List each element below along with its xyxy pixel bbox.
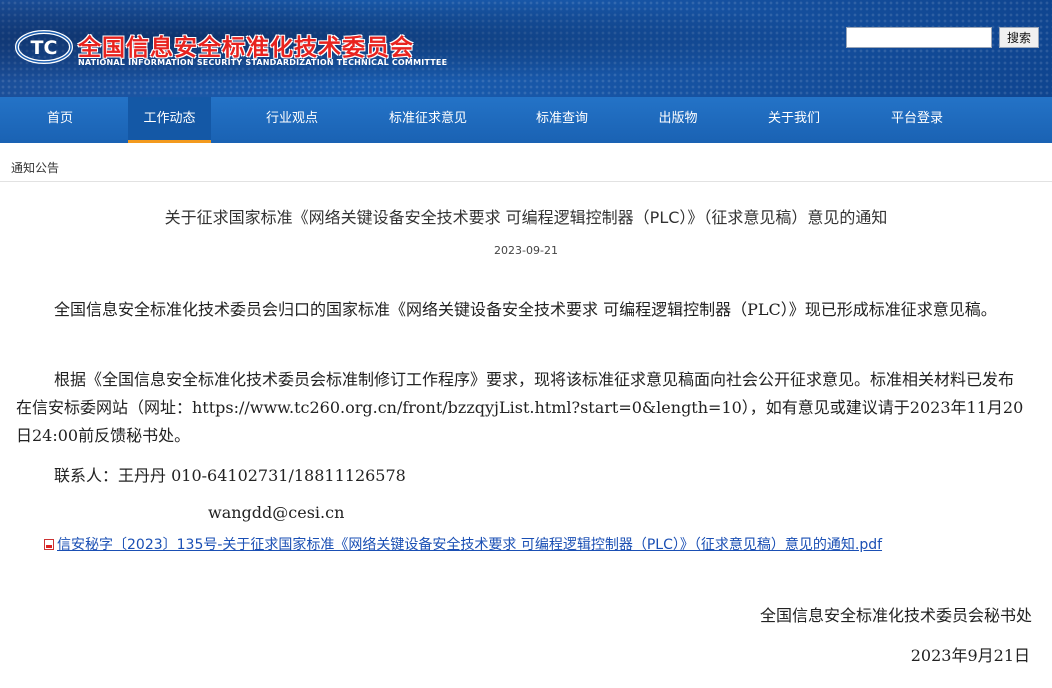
article-date: 2023-09-21 <box>494 244 558 257</box>
main-nav: 首页 工作动态 行业观点 标准征求意见 标准查询 出版物 关于我们 平台登录 <box>0 97 1052 143</box>
signature: 全国信息安全标准化技术委员会秘书处 <box>759 606 1032 625</box>
attachment-link[interactable]: 信安秘字〔2023〕135号-关于征求国家标准《网络关键设备安全技术要求 可编程… <box>44 534 882 554</box>
nav-item-industry-views[interactable]: 行业观点 <box>250 97 334 143</box>
tc-logo-icon[interactable]: TC <box>14 27 74 67</box>
contact-email: wangdd@cesi.cn <box>208 503 345 522</box>
site-title[interactable]: 全国信息安全标准化技术委员会 <box>78 28 414 62</box>
breadcrumb-notices[interactable]: 通知公告 <box>11 159 59 176</box>
nav-item-standard-query[interactable]: 标准查询 <box>522 97 602 143</box>
svg-text:TC: TC <box>31 37 58 59</box>
search-button[interactable]: 搜索 <box>999 27 1039 48</box>
signature-date: 2023年9月21日 <box>910 646 1030 665</box>
breadcrumb: 通知公告 <box>0 143 1052 182</box>
nav-item-home[interactable]: 首页 <box>20 97 100 143</box>
nav-item-about-us[interactable]: 关于我们 <box>754 97 834 143</box>
nav-item-standard-comments[interactable]: 标准征求意见 <box>380 97 476 143</box>
article-paragraph-1: 全国信息安全标准化技术委员会归口的国家标准《网络关键设备安全技术要求 可编程逻辑… <box>54 300 997 319</box>
nav-item-publications[interactable]: 出版物 <box>638 97 718 143</box>
pdf-file-icon <box>44 539 54 550</box>
nav-item-work-news[interactable]: 工作动态 <box>128 97 211 143</box>
nav-item-platform-login[interactable]: 平台登录 <box>877 97 957 143</box>
search-input[interactable] <box>846 27 992 48</box>
article-title: 关于征求国家标准《网络关键设备安全技术要求 可编程逻辑控制器（PLC）》（征求意… <box>164 208 888 227</box>
site-header: TC 全国信息安全标准化技术委员会 NATIONAL INFORMATION S… <box>0 0 1052 97</box>
site-subtitle: NATIONAL INFORMATION SECURITY STANDARDIZ… <box>78 58 448 67</box>
contact-info: 联系人：王丹丹 010-64102731/18811126578 <box>54 466 406 485</box>
attachment-link-label: 信安秘字〔2023〕135号-关于征求国家标准《网络关键设备安全技术要求 可编程… <box>57 537 883 553</box>
article-paragraph-2: 根据《全国信息安全标准化技术委员会标准制修订工作程序》要求，现将该标准征求意见稿… <box>16 370 1024 445</box>
